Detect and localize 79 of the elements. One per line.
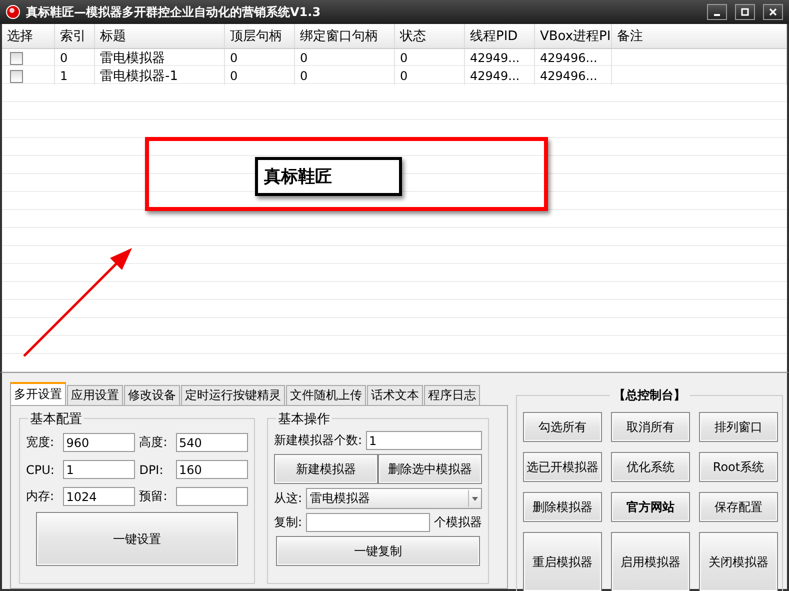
console-button[interactable]: 启用模拟器 <box>611 532 690 591</box>
maximize-button[interactable] <box>735 4 755 20</box>
console-button[interactable]: 优化系统 <box>611 452 690 482</box>
maximize-icon <box>741 8 749 16</box>
window-title: 真标鞋匠—模拟器多开群控企业自动化的营销系统V1.3 <box>26 4 322 20</box>
tab[interactable]: 定时运行按键精灵 <box>181 385 285 405</box>
table-cell: 1 <box>55 67 95 85</box>
field-label: 内存: <box>26 488 56 505</box>
console-button[interactable]: 勾选所有 <box>523 412 602 442</box>
group-title: 【总控制台】 <box>610 387 690 404</box>
app-icon <box>6 5 20 19</box>
column-header[interactable]: 线程PID <box>465 24 535 48</box>
action-button[interactable]: 新建模拟器 <box>274 454 378 484</box>
tab[interactable]: 文件随机上传 <box>286 385 366 405</box>
field-label: CPU: <box>26 462 56 476</box>
field-label: 个模拟器 <box>434 514 482 531</box>
table-cell: 雷电模拟器-1 <box>95 67 225 85</box>
group-title: 基本操作 <box>276 410 332 428</box>
minimize-button[interactable] <box>707 4 727 20</box>
console-button[interactable]: 取消所有 <box>611 412 690 442</box>
table-cell: 42949... <box>465 49 535 67</box>
console-button[interactable]: 官方网站 <box>611 492 690 522</box>
table-cell: 0 <box>225 67 295 85</box>
field-label: 新建模拟器个数: <box>274 432 362 449</box>
table-cell: 0 <box>395 67 465 85</box>
table-cell: 0 <box>295 49 395 67</box>
tab[interactable]: 修改设备 <box>124 385 180 405</box>
table-cell: 429496... <box>535 49 612 67</box>
input-field[interactable]: 540 <box>176 433 248 452</box>
row-checkbox[interactable] <box>10 52 23 64</box>
field-label: 复制: <box>274 514 302 531</box>
annotation-label: 真标鞋匠 <box>255 157 402 196</box>
input-field[interactable]: 960 <box>63 433 136 452</box>
input-field[interactable] <box>306 513 430 532</box>
console-button[interactable]: 选已开模拟器 <box>523 452 602 482</box>
input-field[interactable] <box>176 487 248 506</box>
dropdown-arrow-icon <box>468 490 481 507</box>
table-cell: 雷电模拟器 <box>95 49 225 67</box>
input-field[interactable]: 1 <box>63 460 136 479</box>
row-checkbox[interactable] <box>10 70 23 82</box>
console-button[interactable]: 关闭模拟器 <box>699 532 778 591</box>
column-header[interactable]: 标题 <box>95 24 225 48</box>
close-icon <box>769 8 777 16</box>
field-label: 高度: <box>139 434 168 451</box>
tab[interactable]: 多开设置 <box>10 382 66 405</box>
group-title: 基本配置 <box>28 410 84 428</box>
field-label: DPI: <box>139 462 164 476</box>
table-cell: 0 <box>225 49 295 67</box>
tab[interactable]: 应用设置 <box>67 385 123 405</box>
emulator-dropdown[interactable]: 雷电模拟器 <box>306 488 482 509</box>
table-cell: 429496... <box>535 67 612 85</box>
close-button[interactable] <box>763 4 783 20</box>
input-field[interactable]: 1024 <box>63 487 136 506</box>
action-button[interactable]: 删除选中模拟器 <box>378 454 482 484</box>
column-header[interactable]: 索引 <box>55 24 95 48</box>
one-click-copy-button[interactable]: 一键复制 <box>276 536 480 566</box>
input-field[interactable]: 160 <box>176 460 248 479</box>
column-header[interactable]: 状态 <box>395 24 465 48</box>
tab[interactable]: 话术文本 <box>367 385 423 405</box>
table-cell: 0 <box>395 49 465 67</box>
table-cell: 0 <box>55 49 95 67</box>
one-click-setup-button[interactable]: 一键设置 <box>36 512 238 566</box>
column-header[interactable]: VBox进程PI <box>535 24 612 48</box>
field-label: 宽度: <box>26 434 56 451</box>
field-label: 预留: <box>139 488 168 505</box>
column-header[interactable]: 选择 <box>2 24 55 48</box>
table-cell: 0 <box>295 67 395 85</box>
column-header[interactable]: 绑定窗口句柄 <box>295 24 395 48</box>
console-button[interactable]: 重启模拟器 <box>523 532 602 591</box>
tab[interactable]: 程序日志 <box>424 385 480 405</box>
column-header[interactable]: 备注 <box>612 24 787 48</box>
console-button[interactable]: 删除模拟器 <box>523 492 602 522</box>
console-button[interactable]: Root系统 <box>699 452 778 482</box>
table-cell: 42949... <box>465 67 535 85</box>
console-button[interactable]: 排列窗口 <box>699 412 778 442</box>
console-button[interactable]: 保存配置 <box>699 492 778 522</box>
input-field[interactable]: 1 <box>366 431 482 450</box>
column-header[interactable]: 顶层句柄 <box>225 24 295 48</box>
field-label: 从这: <box>274 490 302 507</box>
